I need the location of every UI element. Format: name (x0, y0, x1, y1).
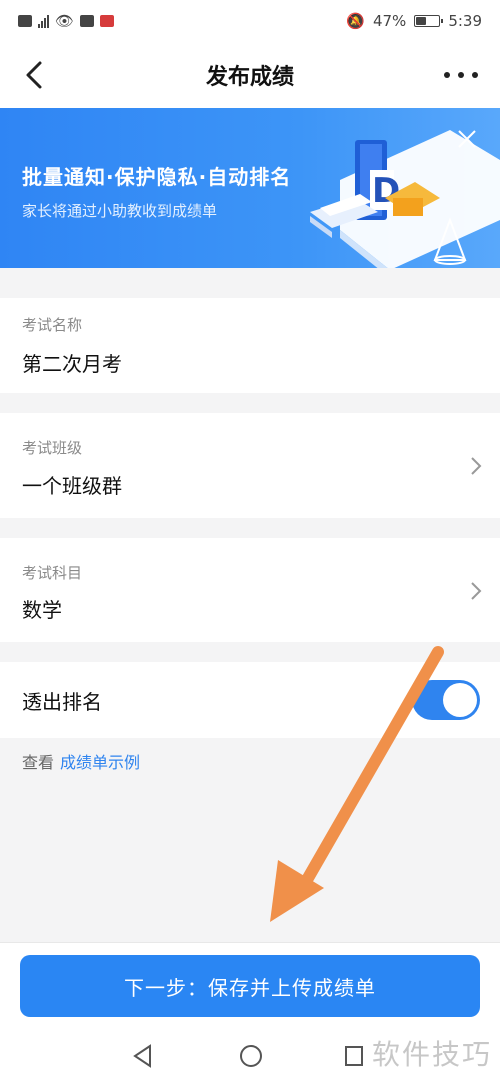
system-home-icon[interactable] (236, 1041, 266, 1071)
exam-class-selector[interactable]: 考试班级 一个班级群 (0, 413, 500, 518)
banner-title: 批量通知·保护隐私·自动排名 (22, 165, 292, 189)
more-dot-icon (472, 72, 478, 78)
battery-icon (414, 15, 444, 27)
watermark-text: 软件技巧 (371, 1038, 492, 1071)
clock: 5:39 (448, 12, 482, 30)
notification-icon (80, 15, 95, 27)
more-dot-icon (444, 72, 450, 78)
save-and-upload-button[interactable]: 下一步：保存并上传成绩单 (20, 955, 480, 1017)
more-options-button[interactable] (444, 62, 478, 88)
battery-percent: 47% (372, 12, 407, 30)
back-button[interactable] (18, 58, 52, 92)
exam-name-field[interactable]: 考试名称 第二次月考 (0, 298, 500, 393)
close-icon[interactable] (456, 128, 478, 150)
chevron-right-icon (471, 457, 482, 475)
bottom-bar: 下一步：保存并上传成绩单 软件技巧 (0, 942, 500, 1084)
toggle-knob (443, 683, 477, 717)
system-recents-icon[interactable] (340, 1041, 370, 1071)
more-dot-icon (458, 72, 464, 78)
hd-icon (18, 15, 32, 27)
battery-level-fill (416, 17, 427, 25)
show-ranking-row: 透出排名 (0, 662, 500, 738)
exam-subject-label: 考试科目 (22, 564, 83, 582)
exam-name-label: 考试名称 (22, 316, 83, 334)
status-icons-right: 🔕 47% 5:39 (346, 12, 482, 30)
back-arrow-icon (26, 61, 42, 89)
exam-name-value: 第二次月考 (22, 352, 122, 376)
chevron-right-icon (471, 582, 482, 600)
page-title: 发布成绩 (205, 65, 294, 90)
banner-subtitle: 家长将通过小助教收到成绩单 (22, 202, 218, 220)
eye-icon: 👁 (55, 12, 75, 30)
status-bar: 👁 🔕 47% 5:39 (0, 0, 500, 42)
exam-subject-value: 数学 (22, 598, 62, 622)
mute-icon: 🔕 (346, 12, 365, 30)
exam-subject-selector[interactable]: 考试科目 数学 (0, 538, 500, 642)
sample-link-row: 查看 成绩单示例 (22, 749, 140, 773)
sample-prefix: 查看 (22, 753, 55, 772)
status-icons-left: 👁 (18, 12, 115, 30)
promo-banner[interactable]: 批量通知·保护隐私·自动排名 家长将通过小助教收到成绩单 D (0, 108, 500, 268)
show-ranking-toggle[interactable] (412, 680, 480, 720)
exam-class-value: 一个班级群 (22, 474, 122, 498)
exam-class-label: 考试班级 (22, 439, 83, 457)
sample-report-link[interactable]: 成绩单示例 (60, 753, 140, 772)
system-back-icon[interactable] (128, 1041, 158, 1071)
signal-icon (38, 14, 49, 28)
show-ranking-label: 透出排名 (22, 690, 102, 714)
app-notification-icon (100, 15, 115, 27)
nav-bar: 发布成绩 (0, 42, 500, 108)
